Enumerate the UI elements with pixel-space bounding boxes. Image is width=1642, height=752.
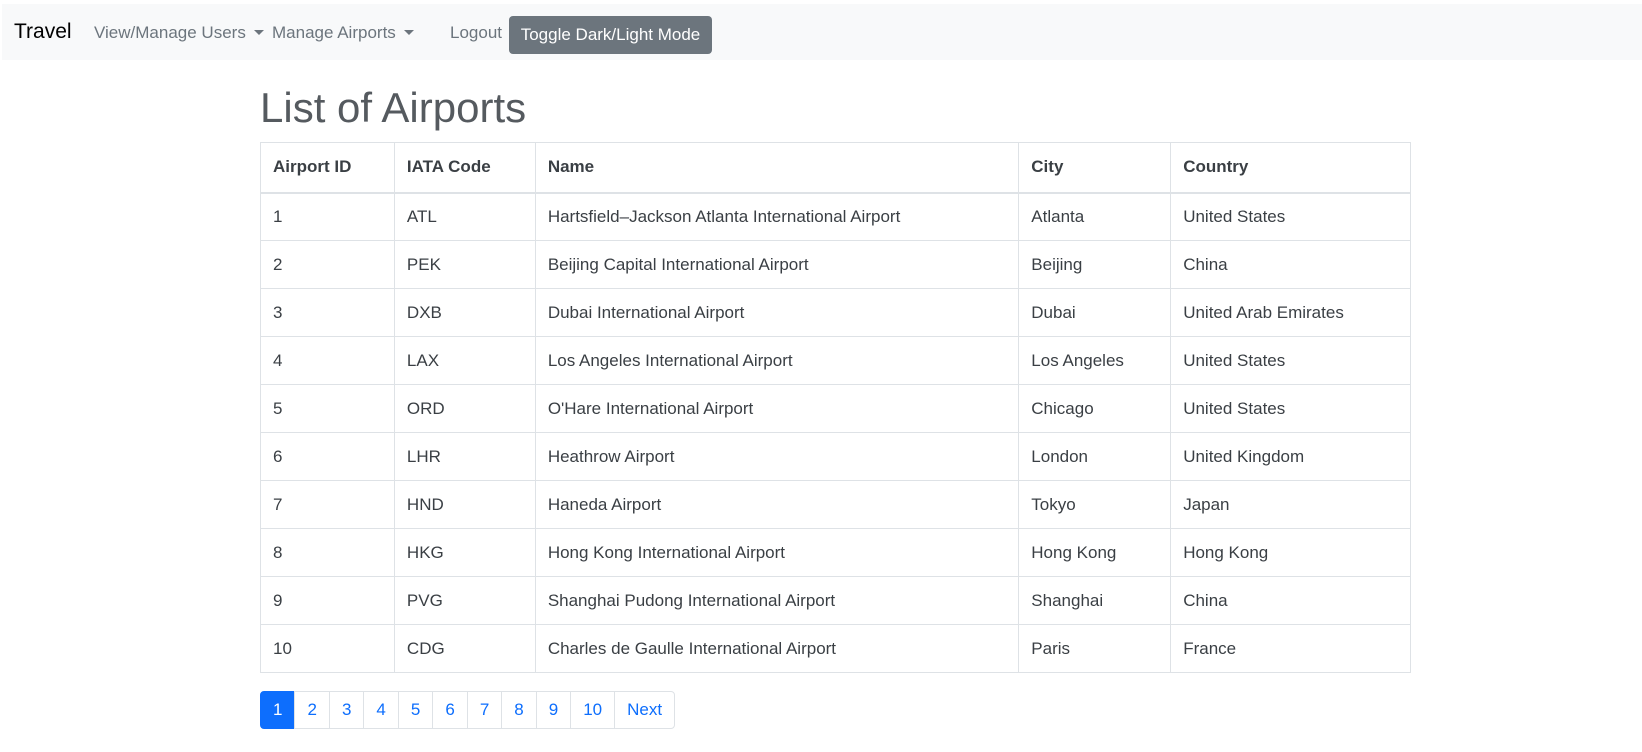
nav-manage-airports-dropdown[interactable]: Manage Airports <box>272 23 414 43</box>
cell-name: Haneda Airport <box>534 480 1020 529</box>
page-title: List of Airports <box>260 84 527 131</box>
cell-airport-id: 3 <box>260 288 395 337</box>
cell-iata-code: ORD <box>393 384 536 433</box>
table-row: 1 ATL Hartsfield–Jackson Atlanta Internati… <box>260 192 1411 241</box>
cell-iata-code: LHR <box>393 432 536 481</box>
table-row: 10 CDG Charles de Gaulle International Air… <box>260 624 1411 673</box>
cell-country: China <box>1170 576 1411 625</box>
header-iata-code: IATA Code <box>393 142 536 194</box>
cell-airport-id: 1 <box>260 192 395 241</box>
cell-airport-id: 2 <box>260 240 395 289</box>
header-country: Country <box>1170 142 1411 194</box>
cell-name: Beijing Capital International Airport <box>534 240 1020 289</box>
cell-iata-code: LAX <box>393 336 536 385</box>
cell-city: Beijing <box>1018 240 1172 289</box>
cell-country: China <box>1170 240 1411 289</box>
page-link-5[interactable]: 5 <box>397 691 434 729</box>
cell-city: Tokyo <box>1018 480 1172 529</box>
airports-table: Airport ID IATA Code Name City Country 1… <box>260 142 1411 673</box>
cell-iata-code: PEK <box>393 240 536 289</box>
cell-iata-code: PVG <box>393 576 536 625</box>
table-row: 3 DXB Dubai International Airport Dubai Unit… <box>260 288 1411 337</box>
page-link-2[interactable]: 2 <box>294 691 330 729</box>
table-header-row: Airport ID IATA Code Name City Country <box>260 142 1411 194</box>
pagination: 1 2 3 4 5 6 7 8 9 10 Next <box>260 691 676 729</box>
nav-view-manage-users-dropdown[interactable]: View/Manage Users <box>94 23 264 43</box>
navbar: Travel View/Manage Users Manage Airports… <box>2 4 1642 60</box>
cell-name: Heathrow Airport <box>534 432 1020 481</box>
cell-airport-id: 7 <box>260 480 395 529</box>
cell-airport-id: 4 <box>260 336 395 385</box>
page-link-10[interactable]: 10 <box>570 691 616 729</box>
nav-logout-label: Logout <box>450 23 502 42</box>
table-row: 9 PVG Shanghai Pudong International Airpor… <box>260 576 1411 625</box>
table-body: 1 ATL Hartsfield–Jackson Atlanta Internati… <box>260 192 1411 673</box>
cell-iata-code: CDG <box>393 624 536 673</box>
cell-iata-code: HKG <box>393 528 536 577</box>
cell-country: United Kingdom <box>1170 432 1411 481</box>
page-link-9[interactable]: 9 <box>535 691 572 729</box>
cell-name: Hong Kong International Airport <box>534 528 1020 577</box>
page-link-8[interactable]: 8 <box>501 691 537 729</box>
cell-iata-code: HND <box>393 480 536 529</box>
cell-city: Chicago <box>1018 384 1172 433</box>
cell-country: United States <box>1170 384 1411 433</box>
table-row: 8 HKG Hong Kong International Airport Hong … <box>260 528 1411 577</box>
cell-city: Atlanta <box>1018 192 1172 241</box>
cell-city: Dubai <box>1018 288 1172 337</box>
page-link-4[interactable]: 4 <box>363 691 399 729</box>
cell-name: Shanghai Pudong International Airport <box>534 576 1020 625</box>
cell-name: Los Angeles International Airport <box>534 336 1020 385</box>
cell-airport-id: 6 <box>260 432 395 481</box>
cell-name: Dubai International Airport <box>534 288 1020 337</box>
cell-city: Shanghai <box>1018 576 1172 625</box>
nav-view-manage-users-label: View/Manage Users <box>94 23 246 42</box>
cell-airport-id: 9 <box>260 576 395 625</box>
cell-country: France <box>1170 624 1411 673</box>
nav-logout-link[interactable]: Logout <box>450 23 502 43</box>
table-row: 5 ORD O'Hare International Airport Chicago U… <box>260 384 1411 433</box>
cell-city: Los Angeles <box>1018 336 1172 385</box>
cell-country: Hong Kong <box>1170 528 1411 577</box>
header-city: City <box>1018 142 1172 194</box>
table-row: 7 HND Haneda Airport Tokyo Japan <box>260 480 1411 529</box>
cell-country: Japan <box>1170 480 1411 529</box>
cell-country: United Arab Emirates <box>1170 288 1411 337</box>
cell-airport-id: 10 <box>260 624 395 673</box>
cell-city: Paris <box>1018 624 1172 673</box>
cell-iata-code: DXB <box>393 288 536 337</box>
table-row: 6 LHR Heathrow Airport London United Kingdom <box>260 432 1411 481</box>
toggle-dark-light-mode-button[interactable]: Toggle Dark/Light Mode <box>509 16 712 54</box>
page-link-1[interactable]: 1 <box>260 691 296 729</box>
cell-city: Hong Kong <box>1018 528 1172 577</box>
header-name: Name <box>534 142 1020 194</box>
cell-airport-id: 8 <box>260 528 395 577</box>
page-link-6[interactable]: 6 <box>432 691 468 729</box>
navbar-brand[interactable]: Travel <box>14 19 72 45</box>
cell-name: O'Hare International Airport <box>534 384 1020 433</box>
header-airport-id: Airport ID <box>260 142 395 194</box>
chevron-down-icon <box>253 30 264 35</box>
nav-manage-airports-label: Manage Airports <box>272 23 396 42</box>
page-link-7[interactable]: 7 <box>466 691 503 729</box>
cell-country: United States <box>1170 192 1411 241</box>
page-link-next[interactable]: Next <box>614 691 676 729</box>
cell-name: Charles de Gaulle International Airport <box>534 624 1020 673</box>
cell-iata-code: ATL <box>393 192 536 241</box>
cell-city: London <box>1018 432 1172 481</box>
table-row: 4 LAX Los Angeles International Airport Los… <box>260 336 1411 385</box>
table-row: 2 PEK Beijing Capital International Airpor… <box>260 240 1411 289</box>
cell-airport-id: 5 <box>260 384 395 433</box>
cell-country: United States <box>1170 336 1411 385</box>
cell-name: Hartsfield–Jackson Atlanta International… <box>534 192 1020 241</box>
page-link-3[interactable]: 3 <box>328 691 365 729</box>
chevron-down-icon <box>403 30 414 35</box>
